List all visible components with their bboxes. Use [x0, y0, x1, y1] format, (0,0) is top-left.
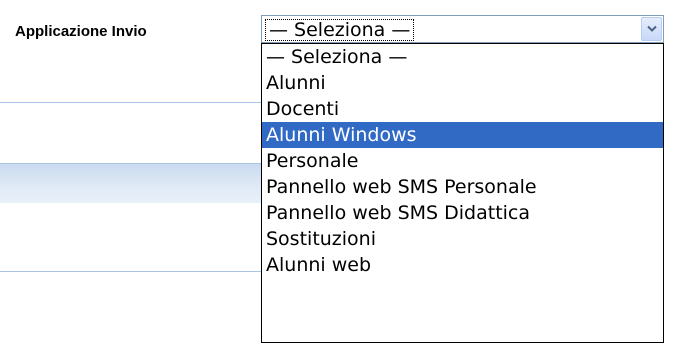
dropdown-arrow-button[interactable]	[641, 17, 662, 41]
section-band	[0, 163, 264, 203]
row-divider	[0, 271, 264, 272]
applicazione-invio-label: Applicazione Invio	[15, 23, 147, 40]
chevron-down-icon	[647, 25, 657, 32]
option-docenti[interactable]: Docenti	[262, 96, 663, 122]
option-pannello-web-sms-personale[interactable]: Pannello web SMS Personale	[262, 174, 663, 200]
row-divider	[0, 102, 264, 103]
select-options-list: — Seleziona — Alunni Docenti Alunni Wind…	[261, 43, 664, 343]
option-alunni-web[interactable]: Alunni web	[262, 252, 663, 278]
option-personale[interactable]: Personale	[262, 148, 663, 174]
select-current-value: — Seleziona —	[265, 19, 415, 41]
option-pannello-web-sms-didattica[interactable]: Pannello web SMS Didattica	[262, 200, 663, 226]
option-seleziona[interactable]: — Seleziona —	[262, 44, 663, 70]
option-sostituzioni[interactable]: Sostituzioni	[262, 226, 663, 252]
option-alunni-windows[interactable]: Alunni Windows	[262, 122, 663, 148]
applicazione-invio-select[interactable]: — Seleziona —	[261, 15, 664, 43]
option-alunni[interactable]: Alunni	[262, 70, 663, 96]
